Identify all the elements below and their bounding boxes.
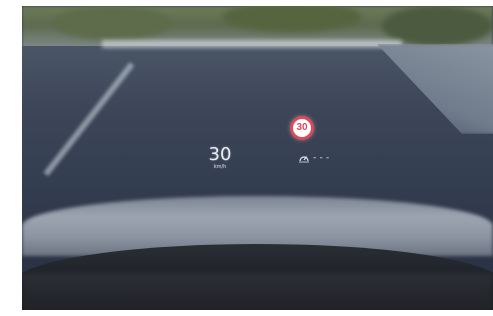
current-speed: 30 km/h: [200, 144, 240, 171]
cruise-control-indicator: ---: [298, 153, 331, 163]
head-up-display: 30 km/h 30 ---: [22, 6, 493, 310]
speed-unit: km/h: [213, 164, 227, 170]
windshield-view: 30 km/h 30 ---: [22, 6, 493, 310]
speed-value: 30: [208, 144, 232, 165]
cruise-control-icon: [298, 153, 310, 163]
speed-limit-value: 30: [296, 122, 308, 133]
cruise-set-speed: ---: [312, 153, 332, 163]
speed-limit-sign: 30: [290, 116, 314, 140]
